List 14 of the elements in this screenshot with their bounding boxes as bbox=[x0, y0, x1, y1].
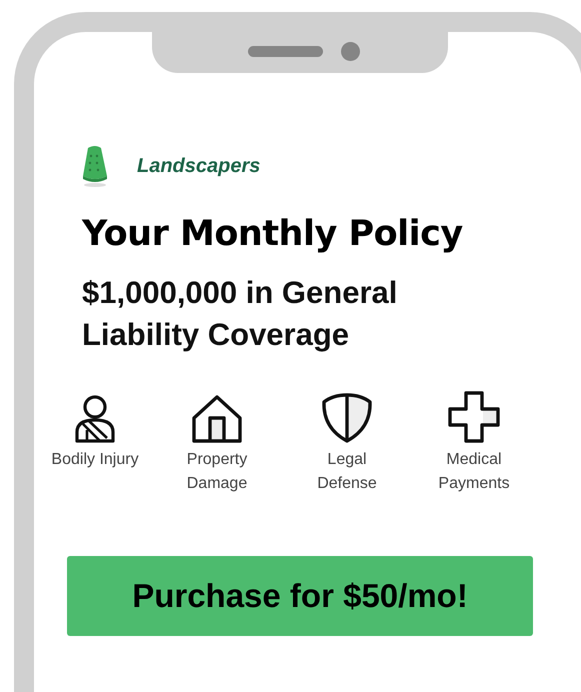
policy-title: Your Monthly Policy bbox=[82, 214, 464, 254]
person-icon bbox=[73, 394, 117, 444]
cross-icon bbox=[447, 390, 501, 444]
thimble-icon bbox=[80, 144, 110, 188]
coverage-label: Legal Defense bbox=[316, 450, 378, 494]
coverage-subtitle: $1,000,000 in General Liability Coverage bbox=[82, 274, 398, 354]
category-label: Landscapers bbox=[137, 154, 260, 178]
camera-dot bbox=[341, 42, 360, 61]
house-icon bbox=[191, 394, 243, 444]
coverage-label: Bodily Injury bbox=[50, 450, 140, 470]
purchase-button[interactable]: Purchase for $50/mo! bbox=[67, 556, 533, 636]
coverage-label: Medical Payments bbox=[437, 450, 511, 494]
coverage-label: Property Damage bbox=[186, 450, 248, 494]
shield-icon bbox=[321, 392, 373, 444]
